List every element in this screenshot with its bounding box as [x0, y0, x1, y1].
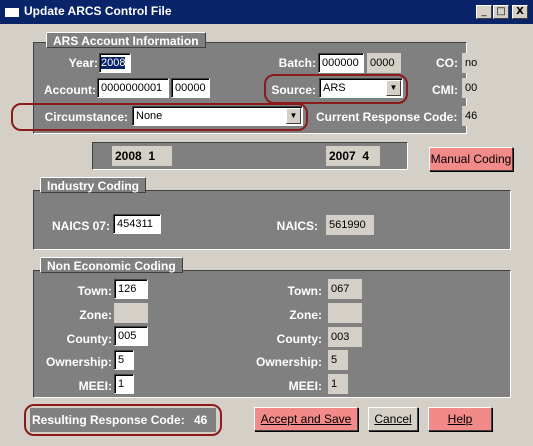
- non-economic-coding-title: Non Economic Coding: [40, 257, 183, 273]
- year-left-count: 1: [148, 149, 156, 163]
- manual-coding-button[interactable]: Manual Coding: [429, 147, 513, 171]
- batch-field[interactable]: 000000: [318, 53, 364, 73]
- town-label-right: Town:: [287, 284, 322, 298]
- batch-label: Batch:: [278, 56, 316, 70]
- naics-value: 561990: [326, 215, 374, 235]
- window-title: Update ARCS Control File: [24, 4, 172, 18]
- account-suffix-field[interactable]: 00000: [171, 78, 210, 98]
- year-value: 2008: [101, 57, 126, 69]
- year-right-count: 4: [362, 149, 370, 163]
- help-button[interactable]: Help: [428, 407, 492, 431]
- year-label: Year:: [68, 56, 98, 70]
- chevron-down-icon[interactable]: ▼: [386, 80, 401, 96]
- batch-suffix: 0000: [367, 53, 401, 73]
- meei-label-right: MEEI:: [288, 379, 322, 393]
- county-label: County:: [66, 332, 112, 346]
- cmi-label: CMI:: [432, 83, 458, 97]
- maximize-button[interactable]: □: [493, 5, 509, 19]
- current-response-code-value: 46: [462, 106, 488, 126]
- county-field[interactable]: 005: [114, 326, 148, 346]
- minimize-button[interactable]: _: [476, 5, 492, 19]
- town-value-right: 067: [328, 279, 362, 299]
- meei-value-right: 1: [328, 374, 348, 394]
- meei-field[interactable]: 1: [114, 374, 134, 394]
- town-field[interactable]: 126: [114, 279, 148, 299]
- zone-label-right: Zone:: [289, 308, 322, 322]
- county-label-right: County:: [276, 332, 322, 346]
- year-count-left: 2008 1: [112, 146, 172, 166]
- meei-label: MEEI:: [78, 379, 112, 393]
- ownership-label-right: Ownership:: [255, 355, 322, 369]
- source-value: ARS: [323, 82, 346, 94]
- circumstance-value: None: [136, 110, 163, 122]
- year-right: 2007: [329, 149, 356, 163]
- zone-value-right: [328, 303, 362, 323]
- year-field[interactable]: 2008: [99, 53, 131, 73]
- year-count-right: 2007 4: [326, 146, 380, 166]
- year-left: 2008: [115, 149, 142, 163]
- zone-label: Zone:: [79, 308, 112, 322]
- accept-and-save-label: Accept and Save: [260, 412, 352, 426]
- close-button[interactable]: X: [512, 5, 528, 19]
- ownership-value-right: 5: [328, 350, 348, 370]
- cancel-label: Cancel: [374, 412, 412, 426]
- ownership-field[interactable]: 5: [114, 350, 134, 370]
- ownership-label: Ownership:: [45, 355, 112, 369]
- cmi-value: 00: [462, 78, 488, 98]
- resulting-response-label: Resulting Response Code:: [32, 413, 185, 427]
- source-select[interactable]: ARS ▼: [319, 78, 403, 98]
- circumstance-select[interactable]: None ▼: [132, 106, 303, 126]
- county-value-right: 003: [328, 327, 362, 347]
- window-icon: [5, 5, 19, 17]
- account-label: Account:: [44, 83, 96, 97]
- town-label: Town:: [77, 284, 112, 298]
- current-response-code-label: Current Response Code:: [316, 110, 458, 124]
- cancel-button[interactable]: Cancel: [368, 407, 418, 431]
- zone-value: [114, 303, 148, 323]
- accept-and-save-button[interactable]: Accept and Save: [254, 407, 358, 431]
- help-label: Help: [447, 412, 473, 426]
- chevron-down-icon[interactable]: ▼: [286, 108, 301, 124]
- naics-label: NAICS:: [276, 219, 318, 233]
- ars-account-title: ARS Account Information: [46, 32, 206, 48]
- naics07-field[interactable]: 454311: [113, 214, 161, 234]
- resulting-response-value: 46: [194, 413, 208, 427]
- source-label: Source:: [271, 83, 316, 97]
- co-value: no: [462, 53, 488, 73]
- naics07-label: NAICS 07:: [51, 219, 110, 233]
- industry-coding-title: Industry Coding: [40, 177, 146, 193]
- account-field[interactable]: 0000000001: [97, 78, 169, 98]
- circumstance-label: Circumstance:: [44, 110, 128, 124]
- co-label: CO:: [436, 56, 458, 70]
